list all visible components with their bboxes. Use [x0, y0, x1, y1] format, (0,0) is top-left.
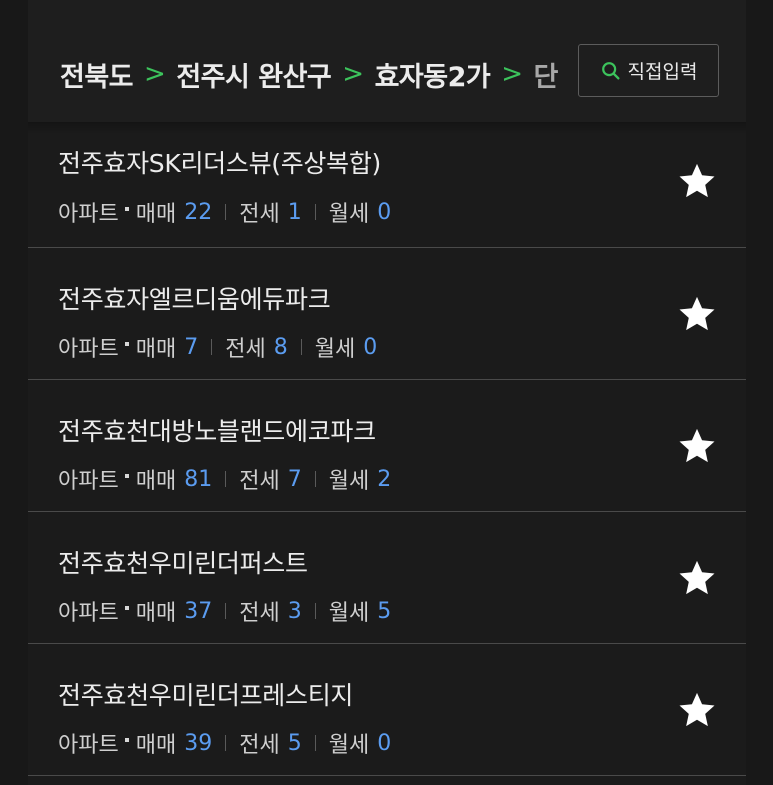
search-icon [601, 61, 620, 80]
sale-label: 매매 [135, 337, 177, 362]
sale-count: 81 [184, 466, 213, 492]
jeonse-count: 7 [287, 466, 302, 492]
divider [314, 735, 316, 751]
jeonse-label: 전세 [239, 601, 280, 626]
list-item[interactable]: 전주효자엘르디움에듀파크 아파트 매매 7 전세 8 월세 0 [28, 248, 746, 380]
monthly-count: 2 [377, 466, 392, 492]
list-item[interactable]: 전주효자SK리더스뷰(주상복합) 아파트 매매 22 전세 1 월세 0 [28, 114, 746, 248]
monthly-label: 월세 [328, 202, 370, 227]
complex-name: 전주효자엘르디움에듀파크 [58, 285, 331, 314]
direct-input-label: 직접입력 [627, 61, 698, 83]
monthly-label: 월세 [314, 337, 356, 362]
property-type: 아파트 [58, 733, 119, 758]
breadcrumb: 전북도 > 전주시 완산구 > 효자동2가 > 단 [60, 51, 573, 97]
sale-count: 7 [184, 334, 199, 360]
divider [211, 339, 213, 355]
jeonse-count: 8 [273, 334, 288, 360]
header-shadow [28, 122, 746, 134]
monthly-label: 월세 [328, 469, 370, 494]
sale-label: 매매 [135, 469, 177, 494]
listing-counts: 아파트 매매 7 전세 8 월세 0 [58, 331, 377, 363]
separator-dot [124, 207, 129, 211]
monthly-count: 5 [377, 598, 392, 624]
sale-count: 22 [184, 199, 213, 225]
monthly-label: 월세 [328, 601, 370, 626]
listing-counts: 아파트 매매 37 전세 3 월세 5 [58, 595, 391, 627]
complex-name: 전주효천대방노블랜드에코파크 [58, 417, 376, 446]
separator-dot [124, 738, 129, 742]
property-type: 아파트 [58, 601, 119, 626]
divider [314, 471, 316, 487]
complex-name: 전주효천우미린더퍼스트 [58, 549, 308, 578]
divider [225, 735, 227, 751]
star-icon[interactable] [676, 425, 718, 467]
monthly-count: 0 [377, 199, 392, 225]
star-icon[interactable] [676, 293, 718, 335]
sale-label: 매매 [135, 601, 177, 626]
divider [300, 339, 302, 355]
jeonse-count: 1 [287, 199, 302, 225]
jeonse-label: 전세 [239, 202, 280, 227]
divider [314, 603, 316, 619]
breadcrumb-dong[interactable]: 효자동2가 [375, 55, 491, 94]
property-type: 아파트 [58, 202, 119, 227]
sale-label: 매매 [135, 733, 177, 758]
listing-counts: 아파트 매매 22 전세 1 월세 0 [58, 196, 391, 228]
divider [225, 204, 227, 220]
list-item[interactable]: 전주효천우미린더퍼스트 아파트 매매 37 전세 3 월세 5 [28, 512, 746, 644]
listing-counts: 아파트 매매 39 전세 5 월세 0 [58, 727, 391, 759]
star-icon[interactable] [676, 557, 718, 599]
complex-name: 전주효천우미린더프레스티지 [58, 681, 354, 710]
separator-dot [124, 606, 129, 610]
list-item[interactable]: 전주효천대방노블랜드에코파크 아파트 매매 81 전세 7 월세 2 [28, 380, 746, 512]
chevron-right-icon: > [342, 59, 364, 89]
sale-count: 39 [184, 730, 213, 756]
breadcrumb-city[interactable]: 전주시 완산구 [176, 55, 331, 94]
monthly-label: 월세 [328, 733, 370, 758]
jeonse-label: 전세 [239, 733, 280, 758]
list-item[interactable]: 전주효천우미린더프레스티지 아파트 매매 39 전세 5 월세 0 [28, 644, 746, 776]
star-icon[interactable] [676, 160, 718, 202]
left-margin [0, 0, 28, 785]
sale-count: 37 [184, 598, 213, 624]
jeonse-label: 전세 [225, 337, 266, 362]
jeonse-label: 전세 [239, 469, 280, 494]
listing-counts: 아파트 매매 81 전세 7 월세 2 [58, 463, 391, 495]
chevron-right-icon: > [144, 59, 166, 89]
separator-dot [124, 474, 129, 478]
monthly-count: 0 [377, 730, 392, 756]
jeonse-count: 5 [287, 730, 302, 756]
right-margin [746, 0, 773, 785]
complex-list: 전주효자SK리더스뷰(주상복합) 아파트 매매 22 전세 1 월세 0 전주효… [28, 114, 746, 776]
complex-name: 전주효자SK리더스뷰(주상복합) [58, 149, 381, 178]
monthly-count: 0 [363, 334, 378, 360]
screen: 전주효자SK리더스뷰(주상복합) 아파트 매매 22 전세 1 월세 0 전주효… [0, 0, 773, 785]
separator-dot [124, 342, 129, 346]
region-header: 전북도 > 전주시 완산구 > 효자동2가 > 단 직접입력 [28, 0, 746, 122]
property-type: 아파트 [58, 337, 119, 362]
property-type: 아파트 [58, 469, 119, 494]
jeonse-count: 3 [287, 598, 302, 624]
divider [314, 204, 316, 220]
sale-label: 매매 [135, 202, 177, 227]
breadcrumb-province[interactable]: 전북도 [60, 55, 134, 94]
breadcrumb-complex[interactable]: 단 [534, 55, 559, 94]
divider [225, 603, 227, 619]
direct-input-button[interactable]: 직접입력 [578, 44, 719, 97]
divider [225, 471, 227, 487]
chevron-right-icon: > [501, 59, 523, 89]
star-icon[interactable] [676, 689, 718, 731]
